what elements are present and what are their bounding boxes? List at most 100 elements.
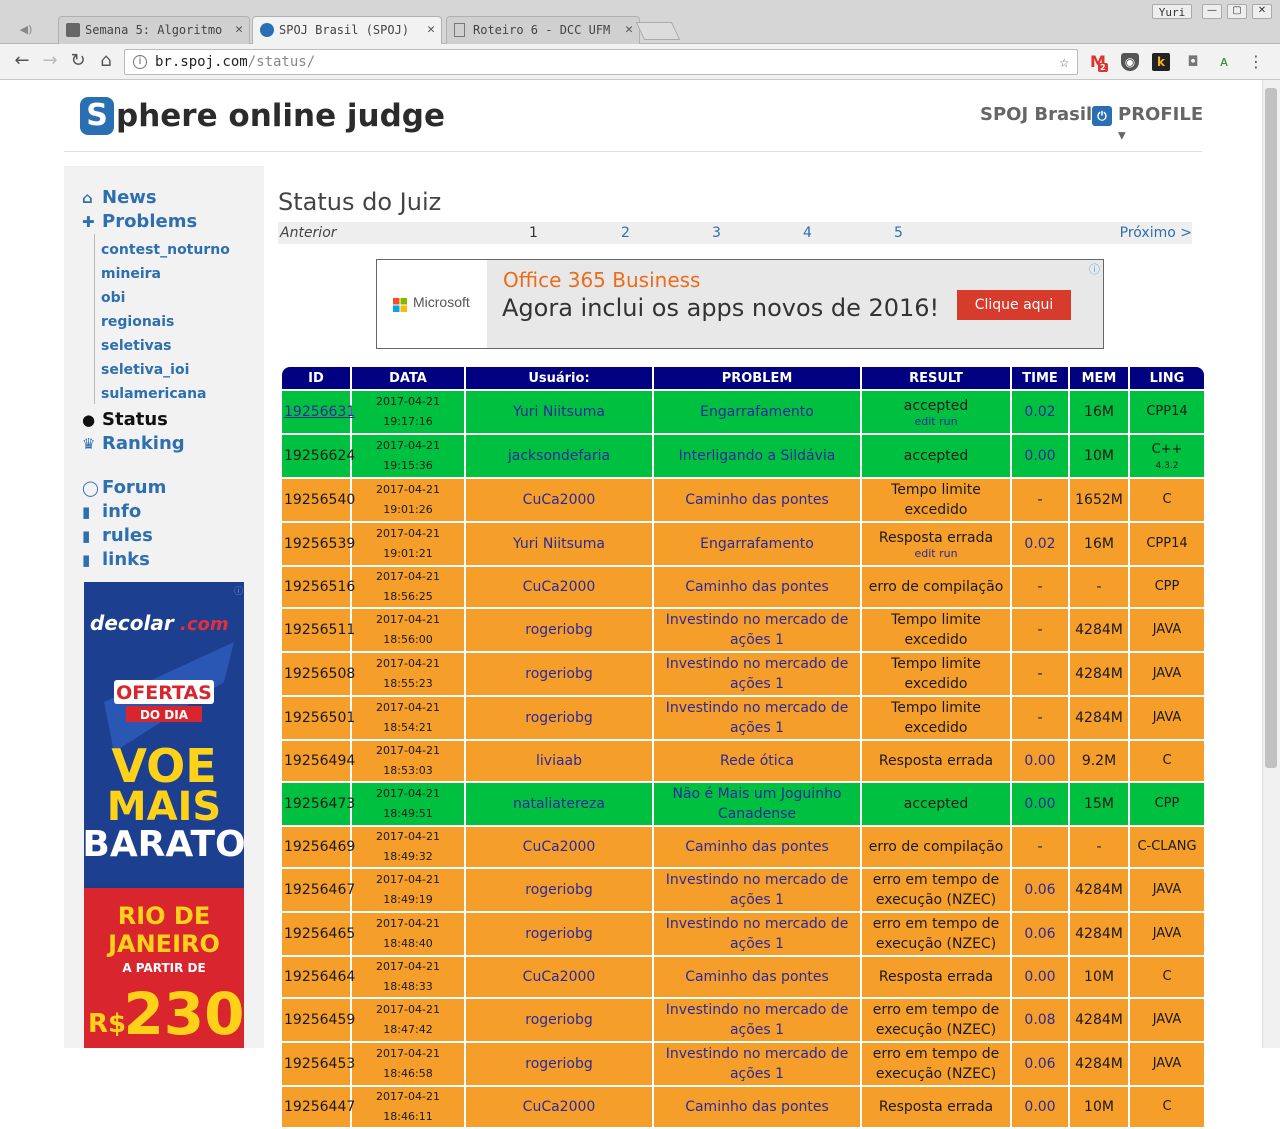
cell-user-text[interactable]: rogeriobg [525, 622, 593, 638]
cell-time-text[interactable]: 0.00 [1024, 969, 1055, 985]
cell-user[interactable]: CuCa2000 [466, 957, 652, 997]
cell-problem[interactable]: Caminho das pontes [654, 957, 860, 997]
cell-user[interactable]: rogeriobg [466, 1043, 652, 1085]
cell-user[interactable]: liviaab [466, 741, 652, 781]
cell-time-text[interactable]: 0.08 [1024, 1012, 1055, 1028]
tab-semana5[interactable]: Semana 5: Algoritmo ✕ [58, 16, 250, 44]
site-name-link[interactable]: SPOJ Brasil [980, 104, 1092, 125]
cell-user[interactable]: Yuri Niitsuma [466, 391, 652, 433]
cell-problem-text[interactable]: Caminho das pontes [685, 1099, 829, 1115]
cell-problem[interactable]: Não é Mais um Joguinho Canadense [654, 783, 860, 825]
cell-user[interactable]: Yuri Niitsuma [466, 523, 652, 565]
cell-problem[interactable]: Engarrafamento [654, 523, 860, 565]
cell-problem-text[interactable]: Caminho das pontes [685, 839, 829, 855]
sidebar-sub-obi[interactable]: obi [101, 286, 125, 310]
cell-problem[interactable]: Caminho das pontes [654, 479, 860, 521]
address-bar[interactable]: i br.spoj.com/status/ ☆ [124, 49, 1078, 75]
cell-user-text[interactable]: rogeriobg [525, 1056, 593, 1072]
pager-page-4[interactable]: 4 [803, 222, 812, 244]
cell-time-text[interactable]: 0.00 [1024, 1099, 1055, 1115]
cell-user-text[interactable]: CuCa2000 [523, 579, 596, 595]
cell-user[interactable]: CuCa2000 [466, 567, 652, 607]
cell-problem-text[interactable]: Caminho das pontes [685, 579, 829, 595]
side-advertisement[interactable]: decolar .com OFERTAS DO DIA VOE MAIS BAR… [82, 582, 246, 1048]
window-close-icon[interactable]: ✕ [1252, 4, 1272, 19]
shield-icon[interactable]: ◉ [1121, 53, 1139, 71]
menu-icon[interactable]: ⋮ [1247, 53, 1265, 71]
cell-problem-text[interactable]: Engarrafamento [700, 536, 814, 552]
col-result[interactable]: RESULT [862, 367, 1010, 389]
cell-user[interactable]: nataliatereza [466, 783, 652, 825]
cell-time-text[interactable]: 0.06 [1024, 926, 1055, 942]
cell-problem-text[interactable]: Rede ótica [720, 753, 794, 769]
cell-user-text[interactable]: Yuri Niitsuma [513, 536, 605, 552]
pager-page-5[interactable]: 5 [894, 222, 903, 244]
cell-time-text[interactable]: 0.00 [1024, 448, 1055, 464]
reload-icon[interactable]: ↻ [68, 50, 88, 72]
cell-problem-text[interactable]: Caminho das pontes [685, 969, 829, 985]
cell-time-text[interactable]: 0.00 [1024, 796, 1055, 812]
cell-time-text[interactable]: 0.02 [1024, 404, 1055, 420]
cell-time[interactable]: 0.00 [1012, 741, 1068, 781]
cell-problem-text[interactable]: Investindo no mercado de ações 1 [666, 872, 849, 908]
new-tab-button[interactable] [635, 22, 681, 40]
site-logo[interactable]: S phere online judge [80, 96, 445, 136]
speaker-icon[interactable]: ◀) [6, 22, 46, 37]
translate-icon[interactable]: ᴀ [1215, 53, 1233, 71]
cell-user-text[interactable]: CuCa2000 [523, 839, 596, 855]
cell-problem[interactable]: Caminho das pontes [654, 827, 860, 867]
cell-time[interactable]: 0.06 [1012, 913, 1068, 955]
cell-time[interactable]: 0.02 [1012, 391, 1068, 433]
col-time[interactable]: TIME [1012, 367, 1068, 389]
cell-time[interactable]: 0.08 [1012, 999, 1068, 1041]
col-user[interactable]: Usuário: [466, 367, 652, 389]
cell-problem-text[interactable]: Investindo no mercado de ações 1 [666, 1002, 849, 1038]
cell-user[interactable]: rogeriobg [466, 999, 652, 1041]
cell-user[interactable]: rogeriobg [466, 869, 652, 911]
sidebar-item-news[interactable]: ⌂ News [82, 186, 157, 210]
cell-problem-text[interactable]: Caminho das pontes [685, 492, 829, 508]
cell-problem[interactable]: Engarrafamento [654, 391, 860, 433]
run-link[interactable]: run [939, 547, 957, 560]
info-icon[interactable]: i [133, 55, 147, 69]
forward-icon[interactable]: → [40, 50, 60, 72]
cell-time-text[interactable]: 0.02 [1024, 536, 1055, 552]
col-mem[interactable]: MEM [1070, 367, 1128, 389]
edit-link[interactable]: edit [914, 547, 935, 560]
ad-choices-icon[interactable]: ⓘ [1089, 261, 1100, 277]
profile-name[interactable]: Yuri [1152, 4, 1192, 19]
cell-user[interactable]: CuCa2000 [466, 827, 652, 867]
ad-choices-icon[interactable]: ⓘ [234, 584, 244, 597]
minimize-icon[interactable]: — [1202, 4, 1222, 19]
cell-problem-text[interactable]: Investindo no mercado de ações 1 [666, 612, 849, 648]
cell-problem[interactable]: Investindo no mercado de ações 1 [654, 697, 860, 739]
cell-user-text[interactable]: rogeriobg [525, 926, 593, 942]
sidebar-item-links[interactable]: ▮ links [82, 548, 150, 572]
scrollbar[interactable] [1262, 80, 1280, 1048]
profile-menu[interactable]: ⏻ PROFILE ▼ [1092, 104, 1203, 146]
cell-time[interactable]: 0.06 [1012, 869, 1068, 911]
cell-user-text[interactable]: CuCa2000 [523, 492, 596, 508]
tab-roteiro[interactable]: Roteiro 6 - DCC UFM ✕ [446, 16, 640, 44]
cell-id[interactable]: 19256631 [282, 391, 355, 433]
ad-cta-button[interactable]: Clique aqui [957, 290, 1071, 320]
cell-problem-text[interactable]: Engarrafamento [700, 404, 814, 420]
home-icon[interactable]: ⌂ [96, 50, 116, 72]
cell-user[interactable]: rogeriobg [466, 609, 652, 651]
cell-problem[interactable]: Investindo no mercado de ações 1 [654, 869, 860, 911]
sidebar-sub-sulamericana[interactable]: sulamericana [101, 382, 207, 406]
cell-problem[interactable]: Investindo no mercado de ações 1 [654, 653, 860, 695]
sidebar-item-info[interactable]: ▮ info [82, 500, 141, 524]
bookmark-star-icon[interactable]: ☆ [1059, 50, 1069, 74]
cell-problem[interactable]: Investindo no mercado de ações 1 [654, 609, 860, 651]
cell-problem-text[interactable]: Interligando a Sildávia [679, 448, 836, 464]
pager-next[interactable]: Próximo > [1120, 222, 1192, 244]
cell-id-text[interactable]: 19256631 [284, 404, 355, 420]
cell-problem[interactable]: Investindo no mercado de ações 1 [654, 913, 860, 955]
cell-time-text[interactable]: 0.00 [1024, 753, 1055, 769]
back-icon[interactable]: ← [12, 50, 32, 72]
sidebar-sub-contest-noturno[interactable]: contest_noturno [101, 238, 230, 262]
col-id[interactable]: ID [282, 367, 350, 389]
cell-time[interactable]: 0.00 [1012, 435, 1068, 477]
cell-problem[interactable]: Rede ótica [654, 741, 860, 781]
